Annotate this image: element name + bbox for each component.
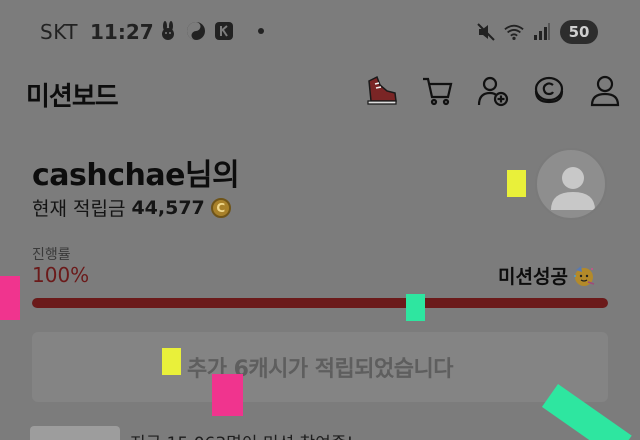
mission-status: 미션성공 [498,262,596,289]
participants-text: 지금 15,063명이 미션 참여중! [130,429,353,440]
page-title: 미션보드 [26,82,119,112]
participant-avatars [30,426,120,440]
status-bar: SKT 11:27 50 [0,0,640,62]
points-label: 현재 적립금 [32,198,126,220]
confetti-yellow [162,348,181,375]
header-actions [362,72,624,110]
more-notifications-dot [258,28,264,34]
battery-indicator: 50 [560,20,598,44]
confetti-green [406,294,425,321]
app-header: 미션보드 [0,62,640,122]
progress-percent: 100% [32,263,90,287]
profile-icon[interactable] [586,72,624,110]
points-value: 44,577 [131,196,205,219]
clock: 11:27 [90,20,154,44]
progress-bar [32,298,608,308]
points-summary: 현재 적립금 44,577 C [32,194,231,221]
party-face-icon [572,264,596,288]
username-heading: cashchae님의 [32,158,240,193]
progress-label: 진행률 [32,247,71,263]
yin-yang-icon [186,21,206,41]
confetti-pink [212,374,243,416]
coin-c-icon[interactable] [530,72,568,110]
confetti-yellow [507,170,526,197]
cart-icon[interactable] [418,72,456,110]
participants-row: 지금 15,063명이 미션 참여중! [30,426,353,440]
sneaker-icon[interactable] [362,72,400,110]
avatar[interactable] [535,148,607,220]
mute-icon [476,22,496,42]
confetti-pink [0,276,20,320]
wifi-icon [504,22,524,42]
progress-bar-fill [32,298,608,308]
app-k-icon [214,21,234,41]
rabbit-icon [158,21,178,41]
signal-icon [532,22,552,42]
system-icons: 50 [476,20,598,44]
reward-notice: 추가 6캐시가 적립되었습니다 [32,332,608,402]
add-user-icon[interactable] [474,72,512,110]
mission-status-text: 미션성공 [498,266,568,288]
carrier-label: SKT [40,20,78,44]
coin-icon: C [210,197,231,218]
notification-icons [158,21,264,41]
